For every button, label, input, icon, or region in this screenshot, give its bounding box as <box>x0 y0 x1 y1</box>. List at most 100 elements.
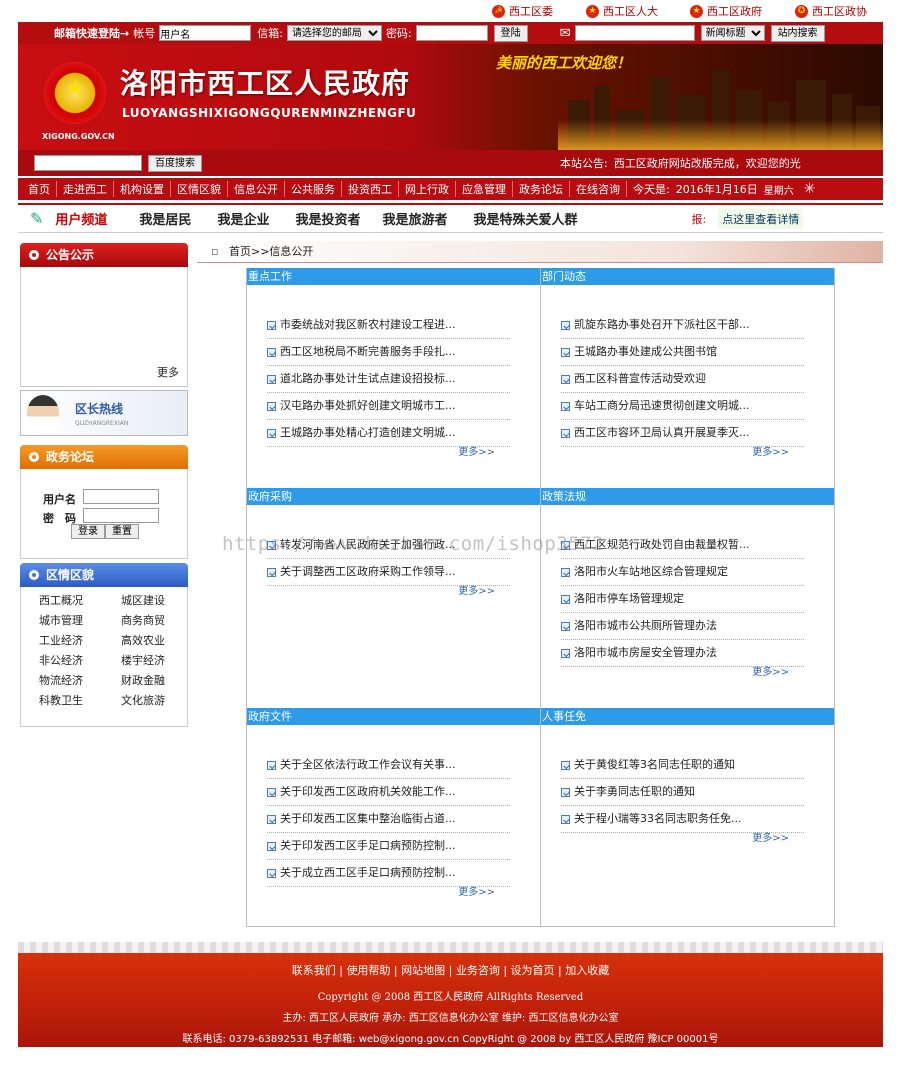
footer-link-consult[interactable]: 业务咨询 <box>456 964 500 977</box>
panel-personnel: 人事任免 关于黄俊红等3名同志任职的通知 关于李勇同志任职的通知 关于程小瑞等3… <box>540 708 835 927</box>
panel-department-news: 部门动态 凯旋东路办事处召开下派社区干部... 王城路办事处建成公共图书馆 西工… <box>540 268 835 488</box>
more-link[interactable]: 更多>> <box>458 883 495 898</box>
list-item[interactable]: 西工区地税局不断完善服务手段扎... <box>267 339 510 366</box>
nav-emergency[interactable]: 应急管理 <box>456 181 513 197</box>
mail-login-button[interactable]: 登陆 <box>493 24 528 42</box>
list-item[interactable]: 关于印发西工区手足口病预防控制... <box>267 833 510 860</box>
forum-password-input[interactable] <box>83 508 159 523</box>
channel-investor[interactable]: 我是投资者 <box>295 209 360 228</box>
nav-about[interactable]: 走进西工 <box>57 181 114 197</box>
notice-marquee[interactable]: 西工区政府网站改版完成，欢迎您的光 <box>614 155 801 171</box>
current-weekday: 星期六 <box>763 185 794 197</box>
national-emblem-icon <box>44 62 106 124</box>
list-item[interactable]: 汉屯路办事处抓好创建文明城市工... <box>267 393 510 420</box>
more-link[interactable]: 更多>> <box>752 829 789 844</box>
breadcrumb-text[interactable]: 首页>>信息公开 <box>229 245 313 258</box>
region-link[interactable]: 楼宇经济 <box>121 653 203 669</box>
nav-public-service[interactable]: 公共服务 <box>285 181 342 197</box>
channel-tourist[interactable]: 我是旅游者 <box>382 209 447 228</box>
forum-reset-button[interactable]: 重置 <box>105 524 139 539</box>
nav-online-admin[interactable]: 网上行政 <box>399 181 456 197</box>
toplink-congress[interactable]: ★ 西工区人大 <box>586 3 658 19</box>
forum-username-input[interactable] <box>83 489 159 504</box>
site-domain: XIGONG.GOV.CN <box>42 132 115 141</box>
region-link[interactable]: 物流经济 <box>39 673 121 689</box>
more-link[interactable]: 更多>> <box>752 443 789 458</box>
list-item[interactable]: 洛阳市停车场管理规定 <box>561 586 804 613</box>
password-input[interactable] <box>415 25 488 41</box>
toplink-government[interactable]: ★ 西工区政府 <box>690 3 762 19</box>
list-item[interactable]: 车站工商分局迅速贯彻创建文明城... <box>561 393 804 420</box>
baidu-search-input[interactable] <box>34 155 142 171</box>
forum-username-label: 用户名 <box>43 493 76 506</box>
site-search-input[interactable] <box>574 25 695 41</box>
region-link[interactable]: 工业经济 <box>39 633 121 649</box>
region-link[interactable]: 商务商贸 <box>121 613 203 629</box>
list-item[interactable]: 凯旋东路办事处召开下派社区干部... <box>561 312 804 339</box>
more-link[interactable]: 更多>> <box>458 443 495 458</box>
more-link[interactable]: 更多>> <box>752 663 789 678</box>
site-search-button[interactable]: 站内搜索 <box>770 24 825 42</box>
list-item-text: 凯旋东路办事处召开下派社区干部... <box>574 318 750 331</box>
list-item[interactable]: 关于印发西工区政府机关效能工作... <box>267 779 510 806</box>
nav-region[interactable]: 区情区貌 <box>171 181 228 197</box>
region-link[interactable]: 西工概况 <box>39 593 121 609</box>
list-item[interactable]: 洛阳市城市公共厕所管理办法 <box>561 613 804 640</box>
forum-title: 政务论坛 <box>46 450 95 464</box>
nav-organization[interactable]: 机构设置 <box>114 181 171 197</box>
footer-link-help[interactable]: 使用帮助 <box>346 964 390 977</box>
watermark-text: https://www.huzhan.com/ishop3572 <box>222 533 605 555</box>
hotline-subtitle: QUZHANGREXIAN <box>75 420 129 427</box>
arrow-bullet-icon <box>561 428 570 438</box>
arrow-bullet-icon <box>267 760 276 770</box>
region-link[interactable]: 科教卫生 <box>39 693 121 709</box>
region-link[interactable]: 城区建设 <box>121 593 203 609</box>
footer-link-sitemap[interactable]: 网站地图 <box>401 964 445 977</box>
arrow-bullet-icon <box>267 841 276 851</box>
toplink-party[interactable]: ☭ 西工区委 <box>492 3 553 19</box>
notice-box: 更多 <box>20 267 188 387</box>
nav-investment[interactable]: 投资西工 <box>342 181 399 197</box>
region-link[interactable]: 城市管理 <box>39 613 121 629</box>
list-item[interactable]: 道北路办事处计生试点建设招投标... <box>267 366 510 393</box>
channel-special-care[interactable]: 我是特殊关爱人群 <box>473 209 577 228</box>
toplink-cppcc[interactable]: ✪ 西工区政协 <box>795 3 867 19</box>
list-item[interactable]: 关于印发西工区集中整治临街占道... <box>267 806 510 833</box>
arrow-bullet-icon <box>561 567 570 577</box>
footer-link-favorite[interactable]: 加入收藏 <box>565 964 609 977</box>
list-item[interactable]: 关于黄俊红等3名同志任职的通知 <box>561 752 804 779</box>
forum-login-button[interactable]: 登录 <box>71 524 105 539</box>
mayor-hotline-banner[interactable]: 区长热线 QUZHANGREXIAN <box>20 390 188 436</box>
nav-home[interactable]: 首页 <box>18 181 57 197</box>
footer-link-sethome[interactable]: 设为首页 <box>511 964 555 977</box>
list-item-text: 王城路办事处精心打造创建文明城... <box>280 426 456 439</box>
channel-resident[interactable]: 我是居民 <box>139 209 191 228</box>
footer: 联系我们 | 使用帮助 | 网站地图 | 业务咨询 | 设为首页 | 加入收藏 … <box>18 953 883 1047</box>
list-item[interactable]: 洛阳市火车站地区综合管理规定 <box>561 559 804 586</box>
more-link[interactable]: 更多>> <box>458 582 495 597</box>
list-item[interactable]: 王城路办事处建成公共图书馆 <box>561 339 804 366</box>
list-item[interactable]: 市委统战对我区新农村建设工程进... <box>267 312 510 339</box>
mailbox-select[interactable]: 请选择您的邮局 <box>286 25 382 41</box>
list-item[interactable]: 西工区科普宣传活动受欢迎 <box>561 366 804 393</box>
nav-forum[interactable]: 政务论坛 <box>513 181 570 197</box>
search-type-select[interactable]: 新闻标题 <box>700 25 765 41</box>
arrow-bullet-icon <box>267 787 276 797</box>
nav-consult[interactable]: 在线咨询 <box>570 181 627 197</box>
region-link[interactable]: 非公经济 <box>39 653 121 669</box>
baidu-search-button[interactable]: 百度搜索 <box>148 154 202 172</box>
account-input[interactable] <box>159 25 252 41</box>
arrow-bullet-icon <box>561 347 570 357</box>
list-item-text: 西工区地税局不断完善服务手段扎... <box>280 345 456 358</box>
region-link[interactable]: 文化旅游 <box>121 693 203 709</box>
report-details-link[interactable]: 点这里查看详情 <box>718 208 804 229</box>
nav-info-disclosure[interactable]: 信息公开 <box>228 181 285 197</box>
footer-link-contact[interactable]: 联系我们 <box>292 964 336 977</box>
notice-more-link[interactable]: 更多 <box>157 364 179 380</box>
region-link[interactable]: 财政金融 <box>121 673 203 689</box>
region-link[interactable]: 高效农业 <box>121 633 203 649</box>
arrow-bullet-icon <box>561 401 570 411</box>
list-item[interactable]: 关于全区依法行政工作会议有关事... <box>267 752 510 779</box>
list-item[interactable]: 关于李勇同志任职的通知 <box>561 779 804 806</box>
channel-enterprise[interactable]: 我是企业 <box>217 209 269 228</box>
